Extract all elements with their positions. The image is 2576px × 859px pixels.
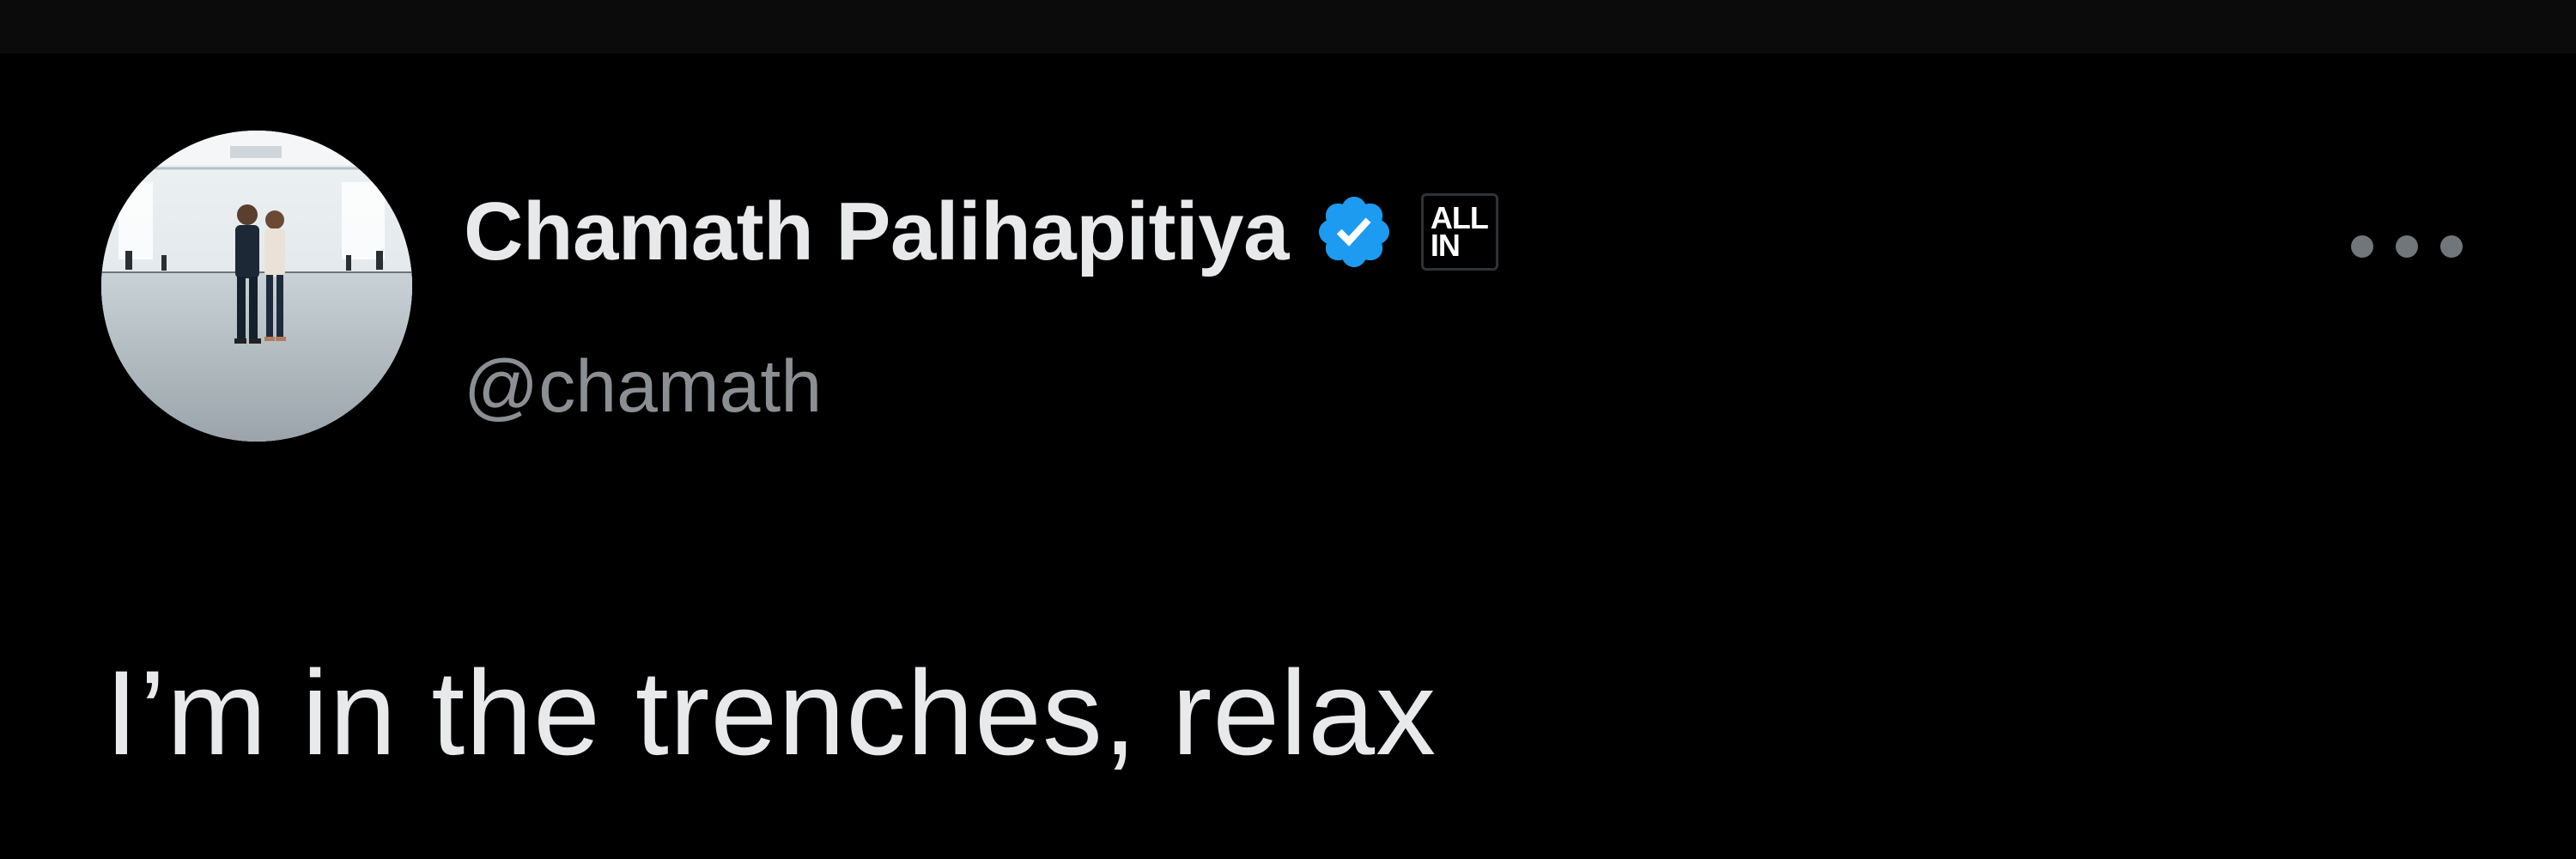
more-horizontal-icon[interactable]: [2351, 221, 2463, 272]
tweet-text: I’m in the trenches, relax: [105, 645, 1437, 780]
author-display-name[interactable]: Chamath Palihapitiya: [464, 180, 1289, 283]
affiliate-badge-icon[interactable]: ALL IN: [1420, 193, 1498, 271]
affiliate-badge-line2: IN: [1430, 228, 1461, 263]
top-bar: [0, 0, 2576, 53]
tweet-card[interactable]: Chamath Palihapitiya ALL IN @chamath I’m…: [0, 53, 2576, 859]
more-dot: [2351, 235, 2373, 258]
author-name-row: Chamath Palihapitiya ALL IN: [464, 180, 1498, 283]
author-handle[interactable]: @chamath: [464, 344, 822, 430]
avatar[interactable]: [101, 131, 412, 442]
more-dot: [2440, 235, 2463, 258]
avatar-photo: [101, 131, 412, 442]
more-dot: [2396, 235, 2418, 258]
verified-badge-icon[interactable]: [1313, 191, 1395, 273]
